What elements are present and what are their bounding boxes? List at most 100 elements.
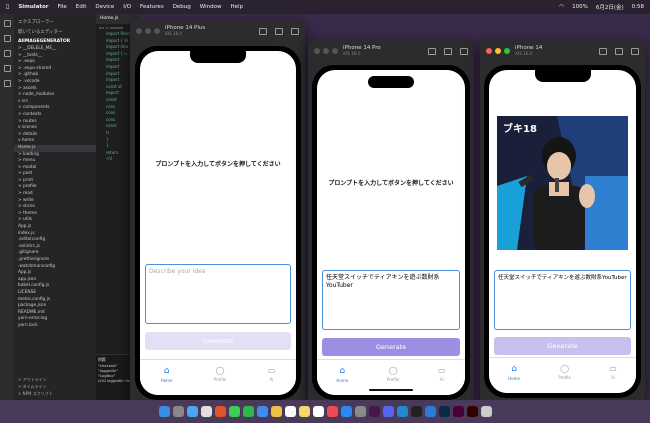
vscode-icon[interactable] xyxy=(396,406,408,417)
file-tree-item[interactable]: > .expo xyxy=(14,59,96,66)
project-name[interactable]: AIIMAGEGENERATOR xyxy=(14,37,96,46)
prompt-input[interactable]: 任天堂スイッチでティアキンを遊ぶ数財系YouTuber xyxy=(322,270,460,330)
source-control-icon[interactable] xyxy=(3,50,11,57)
generated-image[interactable]: ブキ18 xyxy=(497,116,628,250)
prompt-input[interactable]: Describe your idea xyxy=(145,264,291,324)
wifi-icon[interactable]: ◠ xyxy=(559,4,564,10)
finder-icon[interactable] xyxy=(158,406,170,417)
file-tree-item[interactable]: > .github xyxy=(14,72,96,79)
file-tree-item[interactable]: LICENSE xyxy=(14,290,96,297)
file-tree-item[interactable]: .prettierignore xyxy=(14,257,96,264)
file-tree-item[interactable]: > menu xyxy=(14,158,96,165)
music-icon[interactable] xyxy=(326,406,338,417)
trash-icon[interactable] xyxy=(480,406,492,417)
generate-button[interactable]: Generate xyxy=(145,332,291,350)
minimize-dot[interactable] xyxy=(495,48,501,54)
home-button-icon[interactable] xyxy=(428,47,436,55)
chrome-icon[interactable] xyxy=(200,406,212,417)
rotate-icon[interactable] xyxy=(631,47,639,55)
file-tree-item[interactable]: > contexts xyxy=(14,112,96,119)
file-tree-item[interactable]: App.js xyxy=(14,224,96,231)
tab-profile[interactable]: ◯ Profile xyxy=(558,364,570,393)
menu-edit[interactable]: Edit xyxy=(76,4,87,10)
reminders-icon[interactable] xyxy=(312,406,324,417)
file-tree-item[interactable]: > slices xyxy=(14,204,96,211)
battery-label[interactable]: 100% xyxy=(572,4,588,10)
outline-item[interactable]: > アウトライン xyxy=(14,376,96,383)
file-tree-item[interactable]: .gitignore xyxy=(14,250,96,257)
menu-window[interactable]: Window xyxy=(200,4,222,10)
file-tree-item[interactable]: v home xyxy=(14,138,96,145)
file-tree-item[interactable]: > components xyxy=(14,105,96,112)
file-tree-item[interactable]: > post xyxy=(14,171,96,178)
photos-icon[interactable] xyxy=(270,406,282,417)
simulator-icon[interactable] xyxy=(424,406,436,417)
appstore-icon[interactable] xyxy=(340,406,352,417)
extensions-icon[interactable] xyxy=(3,80,11,87)
menu-features[interactable]: Features xyxy=(140,4,164,10)
zoom-dot[interactable] xyxy=(154,28,160,34)
file-tree-item[interactable]: > .vscode xyxy=(14,79,96,86)
simulator-iphone-14-pro[interactable]: iPhone 14 Pro iOS 16.4 プロンプトを入力してボタンを押してく… xyxy=(308,40,474,404)
close-dot[interactable] xyxy=(314,48,320,54)
file-tree-item[interactable]: > __DELELE_ME__ xyxy=(14,46,96,53)
timeline-item[interactable]: > タイムライン xyxy=(14,383,96,390)
file-tree-item[interactable]: > node_modules xyxy=(14,92,96,99)
tab-home[interactable]: ⌂ Home xyxy=(336,366,348,395)
zoom-dot[interactable] xyxy=(504,48,510,54)
tab-ai[interactable]: ▭ Ai xyxy=(438,366,446,395)
home-button-icon[interactable] xyxy=(599,47,607,55)
date-label[interactable]: 6月2日(金) xyxy=(596,3,624,11)
menu-io[interactable]: I/O xyxy=(123,4,131,10)
minimize-dot[interactable] xyxy=(323,48,329,54)
menu-debug[interactable]: Debug xyxy=(173,4,191,10)
home-button-icon[interactable] xyxy=(259,27,267,35)
menu-file[interactable]: File xyxy=(58,4,67,10)
close-dot[interactable] xyxy=(486,48,492,54)
simulator-iphone-14[interactable]: iPhone 14 iOS 16.4 ブキ18 任天堂スイッチでティアキンを遊ぶ… xyxy=(480,40,645,402)
launchpad-icon[interactable] xyxy=(172,406,184,417)
time-label[interactable]: 0:58 xyxy=(632,4,644,10)
file-tree-item[interactable]: App.js xyxy=(14,270,96,277)
generate-button[interactable]: Generate xyxy=(322,338,460,356)
slack-icon[interactable] xyxy=(368,406,380,417)
file-tree-item[interactable]: yarn.lock xyxy=(14,323,96,330)
rotate-icon[interactable] xyxy=(460,47,468,55)
screenshot-icon[interactable] xyxy=(444,47,452,55)
file-tree-item[interactable]: > read xyxy=(14,191,96,198)
facetime-icon[interactable] xyxy=(242,406,254,417)
mail-icon[interactable] xyxy=(256,406,268,417)
close-dot[interactable] xyxy=(136,28,142,34)
discord-icon[interactable] xyxy=(382,406,394,417)
tab-ai[interactable]: ▭ Ai xyxy=(268,366,276,395)
xd-icon[interactable] xyxy=(452,406,464,417)
simulator-iphone-14-plus[interactable]: iPhone 14 Plus iOS 16.4 プロンプトを入力してボタンを押して… xyxy=(130,20,305,404)
menu-help[interactable]: Help xyxy=(230,4,243,10)
menu-app-name[interactable]: Simulator xyxy=(18,4,48,10)
calendar-icon[interactable] xyxy=(284,406,296,417)
messages-icon[interactable] xyxy=(228,406,240,417)
prompt-input[interactable]: 任天堂スイッチでティアキンを遊ぶ数財系YouTuber xyxy=(494,270,631,330)
generate-button[interactable]: Generate xyxy=(494,337,631,355)
minimize-dot[interactable] xyxy=(145,28,151,34)
screenshot-icon[interactable] xyxy=(615,47,623,55)
file-tree-item[interactable]: babel.config.js xyxy=(14,283,96,290)
files-icon[interactable] xyxy=(3,20,11,27)
apple-menu-icon[interactable]:  xyxy=(6,4,9,10)
simulator-titlebar[interactable]: iPhone 14 iOS 16.4 xyxy=(480,40,645,62)
file-tree-item[interactable]: package.json xyxy=(14,303,96,310)
search-icon[interactable] xyxy=(3,35,11,42)
brave-icon[interactable] xyxy=(214,406,226,417)
zoom-dot[interactable] xyxy=(332,48,338,54)
safari-icon[interactable] xyxy=(186,406,198,417)
illustrator-icon[interactable] xyxy=(466,406,478,417)
simulator-titlebar[interactable]: iPhone 14 Plus iOS 16.4 xyxy=(130,20,305,42)
file-tree-item[interactable]: .editorconfig xyxy=(14,237,96,244)
simulator-titlebar[interactable]: iPhone 14 Pro iOS 16.4 xyxy=(308,40,474,62)
tab-home[interactable]: ⌂ Home xyxy=(508,364,520,393)
open-editors[interactable]: 開いているエディター xyxy=(14,27,96,37)
rotate-icon[interactable] xyxy=(291,27,299,35)
file-tree-item[interactable]: Home.js xyxy=(14,144,96,152)
terminal-icon[interactable] xyxy=(410,406,422,417)
tab-ai[interactable]: ▭ Ai xyxy=(609,364,617,393)
